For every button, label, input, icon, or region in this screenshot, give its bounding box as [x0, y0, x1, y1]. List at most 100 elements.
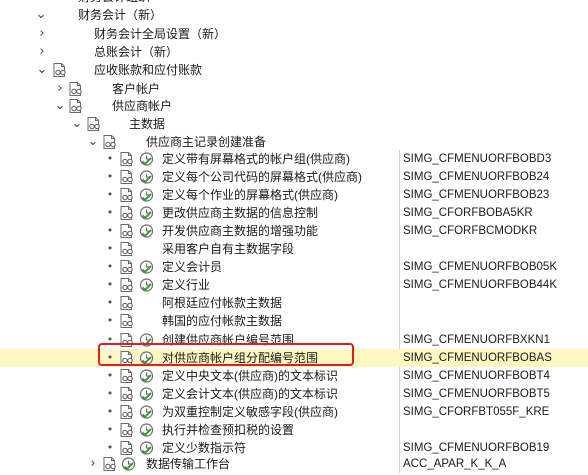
document-glasses-icon[interactable]: [119, 187, 135, 203]
collapse-chevron-down-icon[interactable]: ⌄: [70, 116, 84, 132]
document-glasses-icon[interactable]: [119, 259, 135, 275]
document-glasses-icon[interactable]: [119, 169, 135, 185]
activity-row[interactable]: • 采用客户自有主数据字段: [0, 240, 588, 258]
document-glasses-icon[interactable]: [119, 332, 135, 348]
activity-label: 创建供应商帐户编号范围: [162, 333, 295, 347]
expand-chevron-right-icon[interactable]: ›: [35, 26, 49, 42]
collapse-chevron-down-icon[interactable]: ⌄: [35, 62, 49, 78]
tree-node-customer-accounts[interactable]: › 客户帐户: [0, 80, 588, 98]
activity-row[interactable]: • 定义带有屏幕格式的帐户组(供应商) SIMG_CFMENUORFBOBD3: [0, 150, 588, 168]
clock-check-icon[interactable]: [139, 440, 155, 456]
document-glasses-icon[interactable]: [119, 313, 135, 329]
transaction-code: SIMG_CFORFBOBA5KR: [403, 207, 533, 219]
tree-node-financial-accounting-new[interactable]: ⌄ 财务会计（新）: [0, 6, 588, 24]
activity-row[interactable]: • 定义每个作业的屏幕格式(供应商) SIMG_CFMENUORFBOB23: [0, 186, 588, 204]
activity-row[interactable]: • 更改供应商主数据的信息控制 SIMG_CFORFBOBA5KR: [0, 204, 588, 222]
document-glasses-icon[interactable]: [119, 422, 135, 438]
tree-node-ar-ap[interactable]: ⌄ 应收账款和应付账款: [0, 61, 588, 79]
transaction-code: SIMG_CFMENUORFBOBT4: [403, 370, 550, 382]
clock-check-icon[interactable]: [139, 187, 155, 203]
tree-node-vendor-master-prep[interactable]: ⌄ 供应商主记录创建准备: [0, 133, 588, 151]
tree-node-label: 财务会计（新）: [78, 8, 163, 22]
tree-node-master-data[interactable]: ⌄ 主数据: [0, 115, 588, 133]
tree-node-label: 财务会计全局设置（新）: [94, 27, 227, 41]
document-glasses-icon: [52, 62, 68, 78]
document-glasses-icon[interactable]: [119, 386, 135, 402]
document-glasses-icon[interactable]: [119, 151, 135, 167]
bullet-dot-icon: •: [106, 333, 114, 346]
activity-row[interactable]: • 执行并检查预扣税的设置: [0, 421, 588, 439]
activity-label: 定义每个作业的屏幕格式(供应商): [162, 188, 338, 202]
transaction-code: SIMG_CFORFBT055F_KRE: [403, 406, 550, 418]
clock-check-icon[interactable]: [139, 205, 155, 221]
clock-check-icon[interactable]: [121, 456, 137, 472]
clock-check-icon[interactable]: [139, 223, 155, 239]
document-glasses-icon[interactable]: [119, 440, 135, 456]
activity-row[interactable]: • 韩国的应付帐款主数据: [0, 312, 588, 330]
clock-check-icon[interactable]: [139, 350, 155, 366]
document-glasses-icon[interactable]: [119, 295, 135, 311]
bullet-dot-icon: •: [106, 188, 114, 201]
clock-check-icon[interactable]: [139, 386, 155, 402]
bullet-dot-icon: •: [106, 206, 114, 219]
bullet-dot-icon: •: [106, 405, 114, 418]
clock-check-icon[interactable]: [139, 422, 155, 438]
clock-check-icon[interactable]: [139, 169, 155, 185]
document-glasses-icon[interactable]: [119, 404, 135, 420]
activity-row[interactable]: • 对供应商帐户组分配编号范围 SIMG_CFMENUORFBOBAS: [0, 349, 588, 367]
activity-row[interactable]: • 定义会计文本(供应商)的文本标识 SIMG_CFMENUORFBOBT5: [0, 385, 588, 403]
document-glasses-icon[interactable]: [119, 205, 135, 221]
document-glasses-icon: [86, 116, 102, 132]
activity-label: 定义会计文本(供应商)的文本标识: [162, 387, 338, 401]
activity-label: 定义带有屏幕格式的帐户组(供应商): [162, 152, 350, 166]
transaction-code: SIMG_CFMENUORFBOB05K: [403, 261, 557, 273]
tree-node-general-ledger[interactable]: › 总账会计（新）: [0, 43, 588, 61]
activity-label: 定义中央文本(供应商)的文本标识: [162, 369, 338, 383]
bullet-dot-icon: •: [106, 152, 114, 165]
clock-check-icon[interactable]: [139, 277, 155, 293]
activity-row[interactable]: • 开发供应商主数据的增强功能 SIMG_CFORFBCMODKR: [0, 222, 588, 240]
clock-check-icon[interactable]: [139, 151, 155, 167]
tree-node-data-transfer-workbench[interactable]: › 数据传输工作台 ACC_APAR_K_K_A: [0, 455, 588, 473]
tree-node-label: 总账会计（新）: [94, 45, 179, 59]
document-glasses-icon[interactable]: [119, 241, 135, 257]
document-glasses-icon: [102, 456, 118, 472]
tree-node-label: 供应商主记录创建准备: [146, 135, 267, 149]
expand-chevron-right-icon[interactable]: ›: [86, 456, 100, 472]
activity-row[interactable]: • 定义每个公司代码的屏幕格式(供应商) SIMG_CFMENUORFBOB24: [0, 168, 588, 186]
document-glasses-icon[interactable]: [119, 350, 135, 366]
clock-check-icon[interactable]: [139, 368, 155, 384]
collapse-chevron-down-icon[interactable]: ⌄: [34, 7, 48, 23]
bullet-dot-icon: •: [106, 278, 114, 291]
transaction-code: SIMG_CFMENUORFBOBAS: [403, 352, 552, 364]
document-glasses-icon[interactable]: [119, 223, 135, 239]
activity-label: 定义会计员: [162, 260, 223, 274]
activity-label: 执行并检查预扣税的设置: [162, 423, 295, 437]
transaction-code: SIMG_CFORFBCMODKR: [403, 225, 538, 237]
activity-row[interactable]: • 定义行业 SIMG_CFMENUORFBOB44K: [0, 276, 588, 294]
clock-check-icon[interactable]: [139, 332, 155, 348]
collapse-chevron-down-icon[interactable]: ⌄: [86, 134, 100, 150]
activity-row[interactable]: • 阿根廷应付帐款主数据: [0, 294, 588, 312]
document-glasses-icon[interactable]: [119, 277, 135, 293]
transaction-code: SIMG_CFMENUORFBOB23: [403, 189, 550, 201]
implementation-guide-tree: 财务会计组织 ⌄ 财务会计（新） › 财务会计全局设置（新） › 总账会计（新）…: [0, 0, 588, 473]
activity-label: 对供应商帐户组分配编号范围: [162, 351, 319, 365]
tree-node-fa-global-settings[interactable]: › 财务会计全局设置（新）: [0, 25, 588, 43]
tree-node-vendor-accounts[interactable]: ⌄ 供应商帐户: [0, 97, 588, 115]
activity-row[interactable]: • 为双重控制定义敏感字段(供应商) SIMG_CFORFBT055F_KRE: [0, 403, 588, 421]
activity-row[interactable]: • 创建供应商帐户编号范围 SIMG_CFMENUORFBXKN1: [0, 331, 588, 349]
collapse-chevron-down-icon[interactable]: ⌄: [53, 98, 67, 114]
transaction-code: SIMG_CFMENUORFBXKN1: [403, 334, 550, 346]
expand-chevron-right-icon[interactable]: ›: [53, 81, 67, 97]
clock-check-icon[interactable]: [139, 404, 155, 420]
document-glasses-icon[interactable]: [119, 368, 135, 384]
activity-row[interactable]: • 定义会计员 SIMG_CFMENUORFBOB05K: [0, 258, 588, 276]
activity-row[interactable]: • 定义中央文本(供应商)的文本标识 SIMG_CFMENUORFBOBT4: [0, 367, 588, 385]
transaction-code: ACC_APAR_K_K_A: [403, 458, 507, 470]
tree-node-label: 供应商帐户: [112, 99, 173, 113]
document-glasses-icon: [68, 98, 84, 114]
transaction-code: SIMG_CFMENUORFBOBD3: [403, 153, 552, 165]
clock-check-icon[interactable]: [139, 259, 155, 275]
expand-chevron-right-icon[interactable]: ›: [35, 44, 49, 60]
